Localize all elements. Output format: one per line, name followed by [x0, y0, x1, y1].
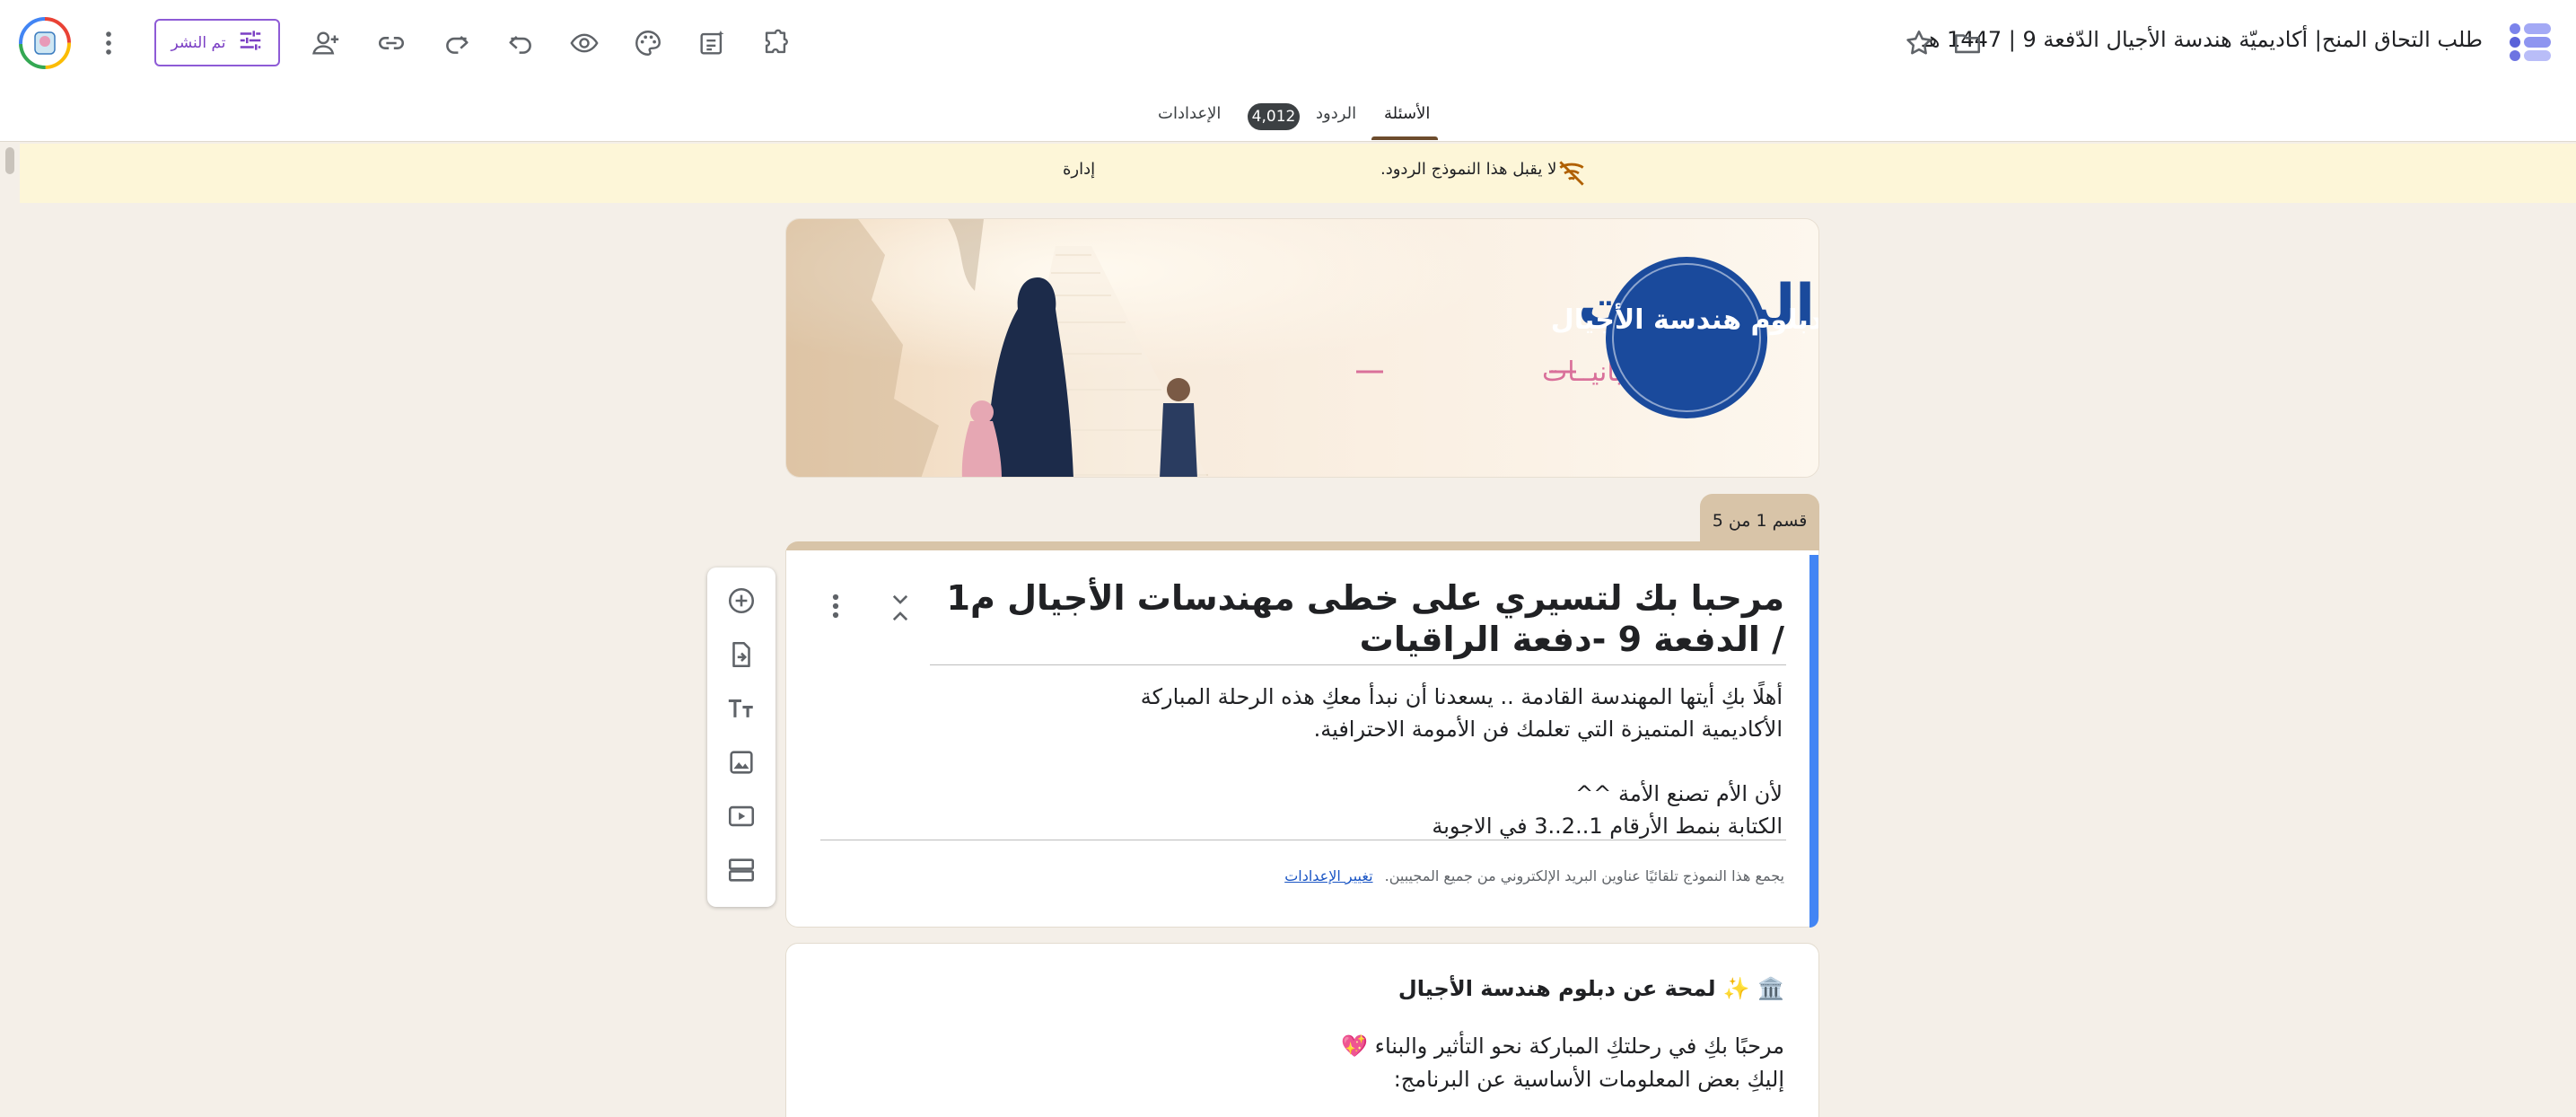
publish-button[interactable]: تم النشر — [154, 19, 280, 66]
folder-icon[interactable] — [1948, 23, 1987, 63]
active-tab-indicator — [1371, 136, 1438, 140]
floating-toolbar — [707, 567, 775, 907]
scrollbar-handle[interactable] — [5, 147, 14, 174]
addon-puzzle-icon[interactable] — [756, 23, 795, 63]
tune-icon — [237, 27, 264, 58]
logo-text: دبلوم هندسة الأجيال — [1551, 303, 1819, 336]
section-header-card[interactable]: مرحبا بك لتسيري على خطى مهندسات الأجيال … — [785, 550, 1819, 928]
section-description[interactable]: أهلًا بكِ أيتها المهندسة القادمة .. يسعد… — [975, 681, 1783, 842]
tab-questions[interactable]: الأسئلة — [1384, 104, 1430, 123]
description-card[interactable]: 🏛️ ✨ لمحة عن دبلوم هندسة الأجيال مرحبًا … — [785, 943, 1819, 1117]
top-bar: طلب التحاق المنح| أكاديميّة هندسة الأجيا… — [0, 0, 2576, 84]
change-settings-link[interactable]: تغيير الإعدادات — [1284, 867, 1372, 884]
add-image-icon[interactable] — [724, 745, 758, 779]
ai-form-icon[interactable] — [692, 23, 732, 63]
email-note-text: يجمع هذا النموذج تلقائيًا عناوين البريد … — [1384, 867, 1784, 884]
undo-icon[interactable] — [501, 23, 540, 63]
redo-icon[interactable] — [437, 23, 477, 63]
email-collection-note: يجمع هذا النموذج تلقائيًا عناوين البريد … — [1284, 867, 1784, 884]
link-icon[interactable] — [372, 23, 411, 63]
manage-link[interactable]: إدارة — [1063, 160, 1095, 179]
person-add-icon[interactable] — [306, 23, 346, 63]
more-vert-icon[interactable] — [89, 23, 128, 63]
add-question-icon[interactable] — [724, 584, 758, 618]
star-icon[interactable] — [1899, 23, 1939, 63]
import-questions-icon[interactable] — [724, 638, 758, 672]
card-title[interactable]: 🏛️ ✨ لمحة عن دبلوم هندسة الأجيال — [1398, 976, 1784, 1001]
section-label: قسم 1 من 5 — [1700, 494, 1819, 548]
notice-text: لا يقبل هذا النموذج الردود. — [1380, 160, 1557, 179]
form-header-image: دفعة الراقيات للأمّــة بانيــات دبلوم هن… — [785, 218, 1819, 478]
tab-responses[interactable]: الردود — [1316, 104, 1356, 123]
not-accepting-responses-banner: لا يقبل هذا النموذج الردود. إدارة — [20, 144, 2576, 203]
forms-logo-icon[interactable] — [2508, 20, 2553, 65]
card-body[interactable]: مرحبًا بكِ في رحلتكِ المباركة نحو التأثي… — [887, 1030, 1784, 1096]
active-card-indicator — [1809, 555, 1818, 928]
more-vert-icon[interactable] — [822, 588, 849, 624]
publish-label: تم النشر — [171, 33, 226, 52]
add-video-icon[interactable] — [724, 799, 758, 833]
section-title[interactable]: مرحبا بك لتسيري على خطى مهندسات الأجيال … — [923, 577, 1784, 660]
avatar[interactable] — [18, 16, 72, 70]
collapse-icon[interactable] — [887, 592, 914, 624]
title-divider — [930, 664, 1786, 665]
add-section-icon[interactable] — [724, 853, 758, 887]
responses-off-icon — [1555, 156, 1589, 190]
document-title[interactable]: طلب التحاق المنح| أكاديميّة هندسة الأجيا… — [1923, 27, 2483, 52]
add-title-icon[interactable] — [724, 691, 758, 726]
preview-icon[interactable] — [565, 23, 604, 63]
tab-settings[interactable]: الإعدادات — [1158, 104, 1221, 123]
palette-icon[interactable] — [628, 23, 668, 63]
responses-count-badge: 4,012 — [1248, 103, 1300, 130]
